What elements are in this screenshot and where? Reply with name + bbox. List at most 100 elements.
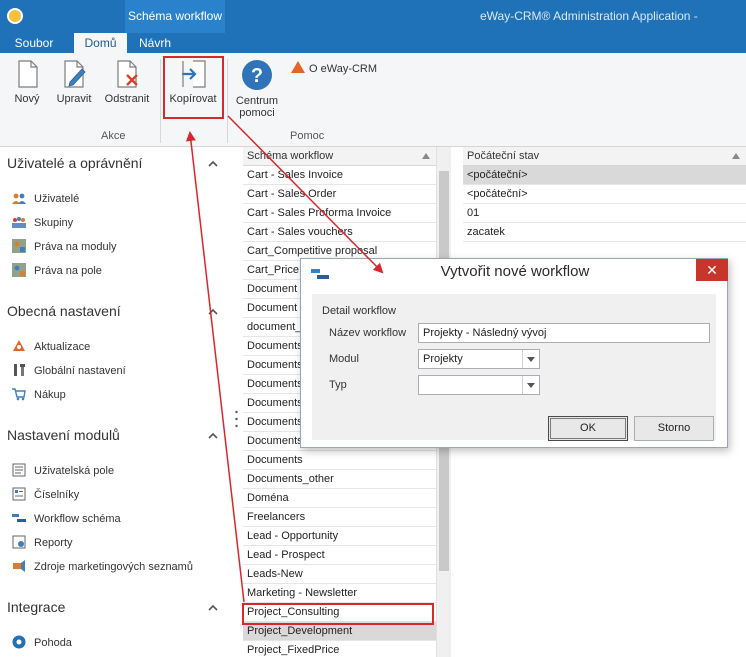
field-rights-icon (12, 263, 26, 277)
splitter-drag-handle[interactable] (235, 410, 238, 428)
nav-item-label: Nákup (34, 389, 66, 401)
cancel-button[interactable]: Storno (634, 416, 714, 441)
nav-item-workflow-schema[interactable]: Workflow schéma (12, 511, 121, 527)
app-logo-icon (7, 8, 23, 24)
left-navigation: Uživatelé a oprávnění Uživatelé Skupiny … (0, 147, 240, 657)
table-row[interactable]: Cart - Sales Order (243, 185, 436, 204)
tab-domu[interactable]: Domů (74, 33, 127, 53)
nav-section-users[interactable]: Uživatelé a oprávnění (7, 155, 142, 171)
nav-item-label: Číselníky (34, 489, 80, 501)
collapse-caret-icon[interactable] (208, 307, 218, 317)
nav-item-marketing-sources[interactable]: Zdroje marketingových seznamů (12, 559, 193, 575)
nav-item-lists[interactable]: Číselníky (12, 487, 79, 503)
delete-button[interactable]: Odstranit (103, 59, 151, 117)
collapse-caret-icon[interactable] (208, 159, 218, 169)
nav-item-field-rights[interactable]: Práva na pole (12, 263, 102, 279)
module-select[interactable]: Projekty (418, 349, 540, 369)
nav-item-label: Workflow schéma (34, 513, 121, 525)
nav-item-groups[interactable]: Skupiny (12, 215, 73, 231)
help-center-label-2: pomoci (239, 107, 275, 119)
new-button[interactable]: Nový (9, 59, 45, 117)
table-row[interactable]: <počáteční> (463, 166, 746, 185)
nav-item-global-settings[interactable]: Globální nastavení (12, 363, 126, 379)
nav-item-label: Aktualizace (34, 341, 91, 353)
ribbon-separator (227, 59, 228, 143)
title-bar: Schéma workflow eWay-CRM® Administration… (0, 0, 746, 56)
table-row[interactable]: Marketing - Newsletter (243, 584, 436, 603)
help-center-button[interactable]: ? Centrum pomoci (234, 59, 280, 119)
table-row[interactable]: Cart - Sales Proforma Invoice (243, 204, 436, 223)
dialog-close-button[interactable]: ✕ (696, 259, 728, 281)
collapse-caret-icon[interactable] (208, 603, 218, 613)
tools-icon (14, 364, 25, 376)
table-row[interactable]: Cart - Sales Invoice (243, 166, 436, 185)
nav-section-integration[interactable]: Integrace (7, 599, 65, 615)
tab-soubor[interactable]: Soubor (8, 33, 60, 53)
updates-icon (13, 340, 25, 351)
sort-ascending-icon (732, 153, 740, 159)
sort-ascending-icon (422, 153, 430, 159)
column-header-label: Schéma workflow (247, 150, 334, 162)
module-label: Modul (329, 353, 359, 365)
lists-icon (12, 487, 26, 501)
table-row[interactable]: Lead - Prospect (243, 546, 436, 565)
workflow-name-input[interactable] (418, 323, 710, 343)
dialog-title: Vytvořit nové workflow (440, 263, 590, 280)
table-row[interactable]: zacatek (463, 223, 746, 242)
copy-button-highlight (163, 56, 224, 119)
eway-logo-icon (291, 61, 305, 73)
collapse-caret-icon[interactable] (208, 431, 218, 441)
ok-button[interactable]: OK (548, 416, 628, 441)
column-header-initial-state[interactable]: Počáteční stav (463, 147, 746, 166)
chevron-down-icon[interactable] (522, 376, 539, 394)
nav-item-label: Skupiny (34, 217, 74, 229)
edit-document-icon (64, 60, 86, 88)
table-row[interactable]: Documents_other (243, 470, 436, 489)
new-document-icon (18, 60, 38, 88)
nav-item-users[interactable]: Uživatelé (12, 191, 79, 207)
type-select[interactable] (418, 375, 540, 395)
module-rights-icon (12, 239, 26, 253)
nav-item-pohoda[interactable]: Pohoda (12, 635, 72, 651)
table-row[interactable]: Leads-New (243, 565, 436, 584)
about-label: O eWay-CRM (309, 63, 378, 75)
nav-item-user-fields[interactable]: Uživatelská pole (12, 463, 114, 479)
selected-row-highlight (242, 603, 434, 625)
nav-item-label: Uživatelská pole (34, 465, 115, 477)
about-button[interactable]: O eWay-CRM (291, 61, 377, 75)
pohoda-icon (12, 635, 26, 649)
nav-section-modules[interactable]: Nastavení modulů (7, 427, 120, 443)
context-tab-workflow-schema[interactable]: Schéma workflow (125, 0, 225, 33)
initial-state-grid: Počáteční stav <počáteční> <počáteční> 01 z… (463, 147, 746, 247)
nav-item-module-rights[interactable]: Práva na moduly (12, 239, 117, 255)
table-row[interactable]: Doména (243, 489, 436, 508)
table-row[interactable]: <počáteční> (463, 185, 746, 204)
table-row[interactable]: Freelancers (243, 508, 436, 527)
svg-text:?: ? (251, 65, 263, 87)
column-header-label: Počáteční stav (467, 150, 540, 162)
table-row[interactable]: Documents (243, 451, 436, 470)
nav-item-label: Pohoda (34, 637, 72, 649)
help-center-label-1: Centrum (235, 95, 279, 107)
nav-item-reports[interactable]: Reporty (12, 535, 73, 551)
column-header-workflow-schema[interactable]: Schéma workflow (243, 147, 436, 166)
dialog-body: Detail workflow Název workflow Modul Pro… (312, 294, 716, 441)
table-row[interactable]: Project_FixedPrice (243, 641, 436, 657)
group-label-actions: Akce (101, 130, 126, 142)
edit-button[interactable]: Upravit (54, 59, 94, 117)
cart-icon (12, 388, 26, 401)
table-row[interactable]: Lead - Opportunity (243, 527, 436, 546)
nav-item-purchase[interactable]: Nákup (12, 387, 66, 403)
table-row[interactable]: 01 (463, 204, 746, 223)
nav-section-general[interactable]: Obecná nastavení (7, 303, 121, 319)
nav-item-updates[interactable]: Aktualizace (12, 339, 90, 355)
fieldset-label-workflow-detail: Detail workflow (322, 305, 396, 317)
tab-navrh[interactable]: Návrh (130, 33, 180, 53)
table-row[interactable]: Cart - Sales vouchers (243, 223, 436, 242)
create-workflow-dialog: Vytvořit nové workflow ✕ Detail workflow… (300, 258, 728, 448)
ribbon-separator (160, 59, 161, 143)
window-title: eWay-CRM® Administration Application - W… (480, 9, 698, 56)
delete-button-label: Odstranit (104, 93, 150, 105)
chevron-down-icon[interactable] (522, 350, 539, 368)
help-question-icon: ? (242, 60, 272, 90)
